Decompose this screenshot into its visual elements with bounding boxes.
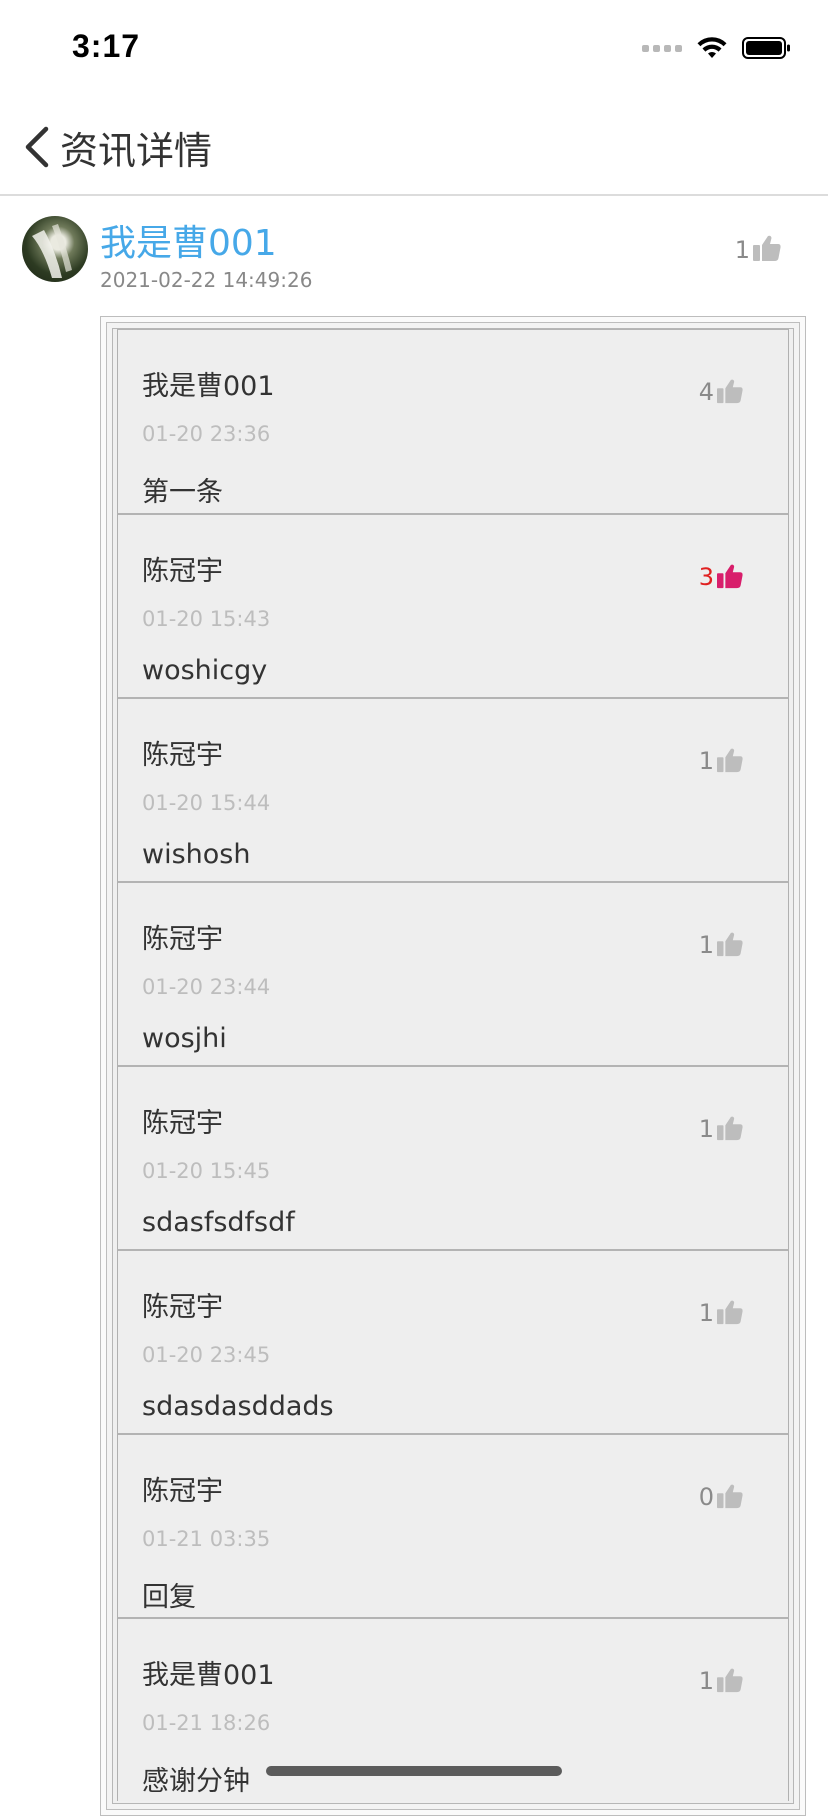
comment-time: 01-20 23:36 bbox=[142, 422, 271, 446]
comment-author: 陈冠宇 bbox=[142, 740, 223, 771]
thumbs-up-icon bbox=[753, 235, 781, 261]
comment-like-count: 1 bbox=[698, 931, 714, 959]
page-title: 资讯详情 bbox=[60, 129, 213, 173]
comment-time: 01-20 23:44 bbox=[142, 975, 271, 999]
comments-frame: 我是曹001 01-20 23:36 第一条 4 陈冠宇 01-20 15:43… bbox=[100, 316, 806, 1816]
thumbs-up-icon bbox=[717, 564, 743, 589]
comment-time: 01-20 15:44 bbox=[142, 791, 271, 815]
comment-time: 01-20 23:45 bbox=[142, 1343, 271, 1367]
post-header: 我是曹001 2021-02-22 14:49:26 1 bbox=[0, 198, 828, 308]
post-like-button[interactable]: 1 bbox=[735, 234, 782, 262]
comment-item[interactable]: 陈冠宇 01-20 23:45 sdasdasddads 1 bbox=[117, 1249, 789, 1433]
comment-time: 01-20 15:45 bbox=[142, 1159, 271, 1183]
status-bar: 3:17 bbox=[0, 0, 828, 98]
comment-item[interactable]: 陈冠宇 01-21 03:35 回复 0 bbox=[117, 1433, 789, 1617]
author-name[interactable]: 我是曹001 bbox=[100, 214, 277, 266]
comment-like-count: 3 bbox=[698, 563, 714, 591]
thumbs-up-icon bbox=[717, 1484, 743, 1509]
comment-text: wishosh bbox=[142, 839, 251, 870]
comment-like-button[interactable]: 4 bbox=[699, 378, 744, 404]
status-time: 3:17 bbox=[72, 28, 141, 64]
comment-author: 陈冠宇 bbox=[142, 1108, 223, 1139]
comment-item[interactable]: 我是曹001 01-20 23:36 第一条 4 bbox=[117, 329, 789, 513]
thumbs-up-icon bbox=[717, 1668, 743, 1693]
cellular-signal-icon bbox=[642, 44, 682, 52]
comment-text: 感谢分钟 bbox=[142, 1766, 250, 1797]
comment-text: 第一条 bbox=[142, 477, 223, 508]
comment-like-button[interactable]: 0 bbox=[699, 1483, 744, 1509]
comment-text: wosjhi bbox=[142, 1023, 227, 1054]
comment-author: 我是曹001 bbox=[142, 1660, 275, 1691]
thumbs-up-icon bbox=[717, 379, 743, 404]
comment-like-count: 1 bbox=[698, 747, 714, 775]
comment-author: 陈冠宇 bbox=[142, 924, 223, 955]
comment-item[interactable]: 陈冠宇 01-20 15:43 woshicgy 3 bbox=[117, 513, 789, 697]
comment-item[interactable]: 陈冠宇 01-20 15:45 sdasfsdfsdf 1 bbox=[117, 1065, 789, 1249]
comment-like-button[interactable]: 1 bbox=[699, 747, 744, 773]
home-indicator[interactable] bbox=[266, 1766, 562, 1776]
comment-like-count: 1 bbox=[698, 1667, 714, 1695]
post-like-count: 1 bbox=[734, 236, 750, 264]
nav-bar: 资讯详情 bbox=[0, 98, 828, 196]
comment-like-count: 1 bbox=[698, 1299, 714, 1327]
comment-time: 01-21 18:26 bbox=[142, 1711, 271, 1735]
comment-time: 01-21 03:35 bbox=[142, 1527, 271, 1551]
comment-text: sdasfsdfsdf bbox=[142, 1207, 295, 1238]
comment-like-button[interactable]: 1 bbox=[699, 931, 744, 957]
comment-author: 陈冠宇 bbox=[142, 1292, 223, 1323]
comment-like-button[interactable]: 1 bbox=[699, 1667, 744, 1693]
chevron-left-icon bbox=[25, 126, 49, 168]
comment-item[interactable]: 陈冠宇 01-20 23:44 wosjhi 1 bbox=[117, 881, 789, 1065]
comments-list: 我是曹001 01-20 23:36 第一条 4 陈冠宇 01-20 15:43… bbox=[112, 328, 794, 1804]
thumbs-up-icon bbox=[717, 1116, 743, 1141]
comment-text: woshicgy bbox=[142, 655, 268, 686]
comment-author: 我是曹001 bbox=[142, 371, 275, 402]
comment-like-button[interactable]: 3 bbox=[699, 563, 744, 589]
back-button[interactable] bbox=[14, 124, 58, 170]
battery-icon bbox=[742, 37, 790, 59]
thumbs-up-icon bbox=[717, 748, 743, 773]
comment-text: sdasdasddads bbox=[142, 1391, 334, 1422]
comment-time: 01-20 15:43 bbox=[142, 607, 271, 631]
comment-like-button[interactable]: 1 bbox=[699, 1299, 744, 1325]
comment-like-count: 1 bbox=[698, 1115, 714, 1143]
comment-author: 陈冠宇 bbox=[142, 556, 223, 587]
thumbs-up-icon bbox=[717, 932, 743, 957]
comment-like-count: 4 bbox=[698, 378, 714, 406]
comment-like-count: 0 bbox=[698, 1483, 714, 1511]
comment-text: 回复 bbox=[142, 1582, 196, 1613]
wifi-icon bbox=[697, 37, 727, 58]
post-time: 2021-02-22 14:49:26 bbox=[100, 268, 313, 292]
comment-like-button[interactable]: 1 bbox=[699, 1115, 744, 1141]
thumbs-up-icon bbox=[717, 1300, 743, 1325]
avatar[interactable] bbox=[22, 216, 88, 282]
comment-item[interactable]: 陈冠宇 01-20 15:44 wishosh 1 bbox=[117, 697, 789, 881]
comment-author: 陈冠宇 bbox=[142, 1476, 223, 1507]
status-icons bbox=[642, 36, 792, 60]
